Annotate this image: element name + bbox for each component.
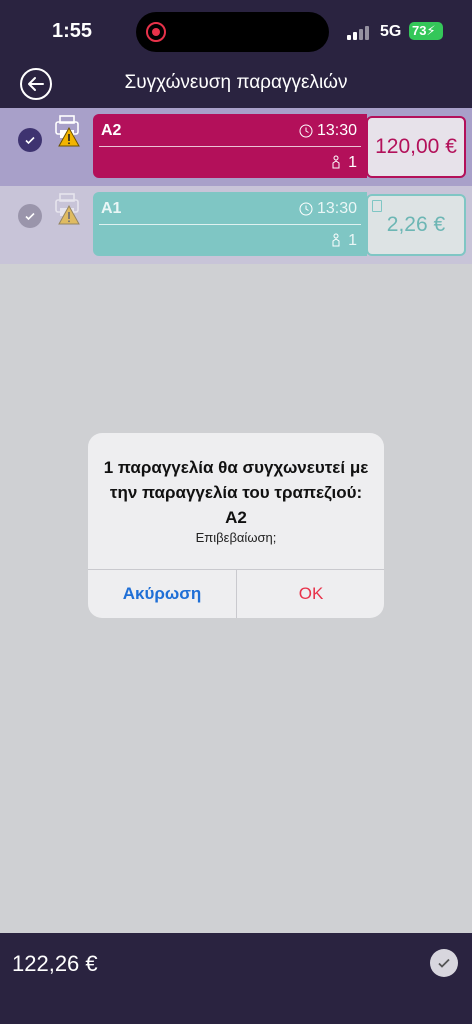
order-guests-value: 1 — [348, 154, 357, 171]
order-card[interactable]: A1 13:30 1 — [93, 192, 367, 256]
order-name: A1 — [101, 200, 122, 217]
cancel-button[interactable]: Ακύρωση — [88, 570, 236, 618]
order-card[interactable]: A2 13:30 1 — [93, 114, 367, 178]
order-row[interactable]: A1 13:30 1 2,26 € — [0, 186, 472, 264]
checkmark-icon — [438, 958, 450, 968]
card-divider — [99, 224, 361, 225]
merge-confirm-dialog: 1 παραγγελία θα συγχωνευτεί με την παραγ… — [88, 433, 384, 618]
order-guests-value: 1 — [348, 232, 357, 249]
printer-warning-icon — [55, 193, 80, 225]
total-amount: 122,26 € — [12, 951, 98, 976]
order-time-value: 13:30 — [316, 122, 357, 139]
order-time-value: 13:30 — [316, 200, 357, 217]
dialog-subtitle: Επιβεβαίωση; — [195, 530, 277, 545]
network-type: 5G — [380, 23, 402, 40]
clock-icon — [299, 124, 313, 138]
page-title: Συγχώνευση παραγγελιών — [124, 72, 348, 93]
order-price-value: 2,26 € — [386, 213, 446, 236]
clock-icon — [299, 202, 313, 216]
unselected-check-icon[interactable] — [18, 204, 42, 228]
order-guests: 1 — [330, 232, 357, 250]
order-time: 13:30 — [299, 122, 357, 140]
battery-icon: 73⚡ — [409, 22, 443, 40]
confirm-button[interactable] — [430, 949, 458, 977]
document-icon — [372, 200, 382, 212]
guest-icon — [332, 233, 340, 247]
order-time: 13:30 — [299, 200, 357, 218]
card-divider — [99, 146, 361, 147]
battery-level: 73 — [412, 23, 427, 38]
order-row[interactable]: A2 13:30 1 120,00 € — [0, 108, 472, 186]
order-price: 2,26 € — [366, 194, 466, 256]
ok-button[interactable]: OK — [237, 570, 384, 618]
status-time: 1:55 — [52, 20, 93, 42]
bottom-bar: 122,26 € — [0, 933, 472, 1024]
recording-indicator-icon — [146, 22, 166, 42]
order-name: A2 — [101, 122, 122, 139]
dialog-message: 1 παραγγελία θα συγχωνευτεί με την παραγ… — [103, 458, 369, 527]
guest-icon — [332, 155, 340, 169]
printer-warning-icon — [55, 115, 80, 147]
order-price: 120,00 € — [366, 116, 466, 178]
top-bar: 1:55 5G 73⚡ Συγχώνευση παραγγελιών — [0, 0, 472, 108]
signal-strength-icon — [347, 24, 373, 40]
order-guests: 1 — [330, 154, 357, 172]
selected-check-icon[interactable] — [18, 128, 42, 152]
